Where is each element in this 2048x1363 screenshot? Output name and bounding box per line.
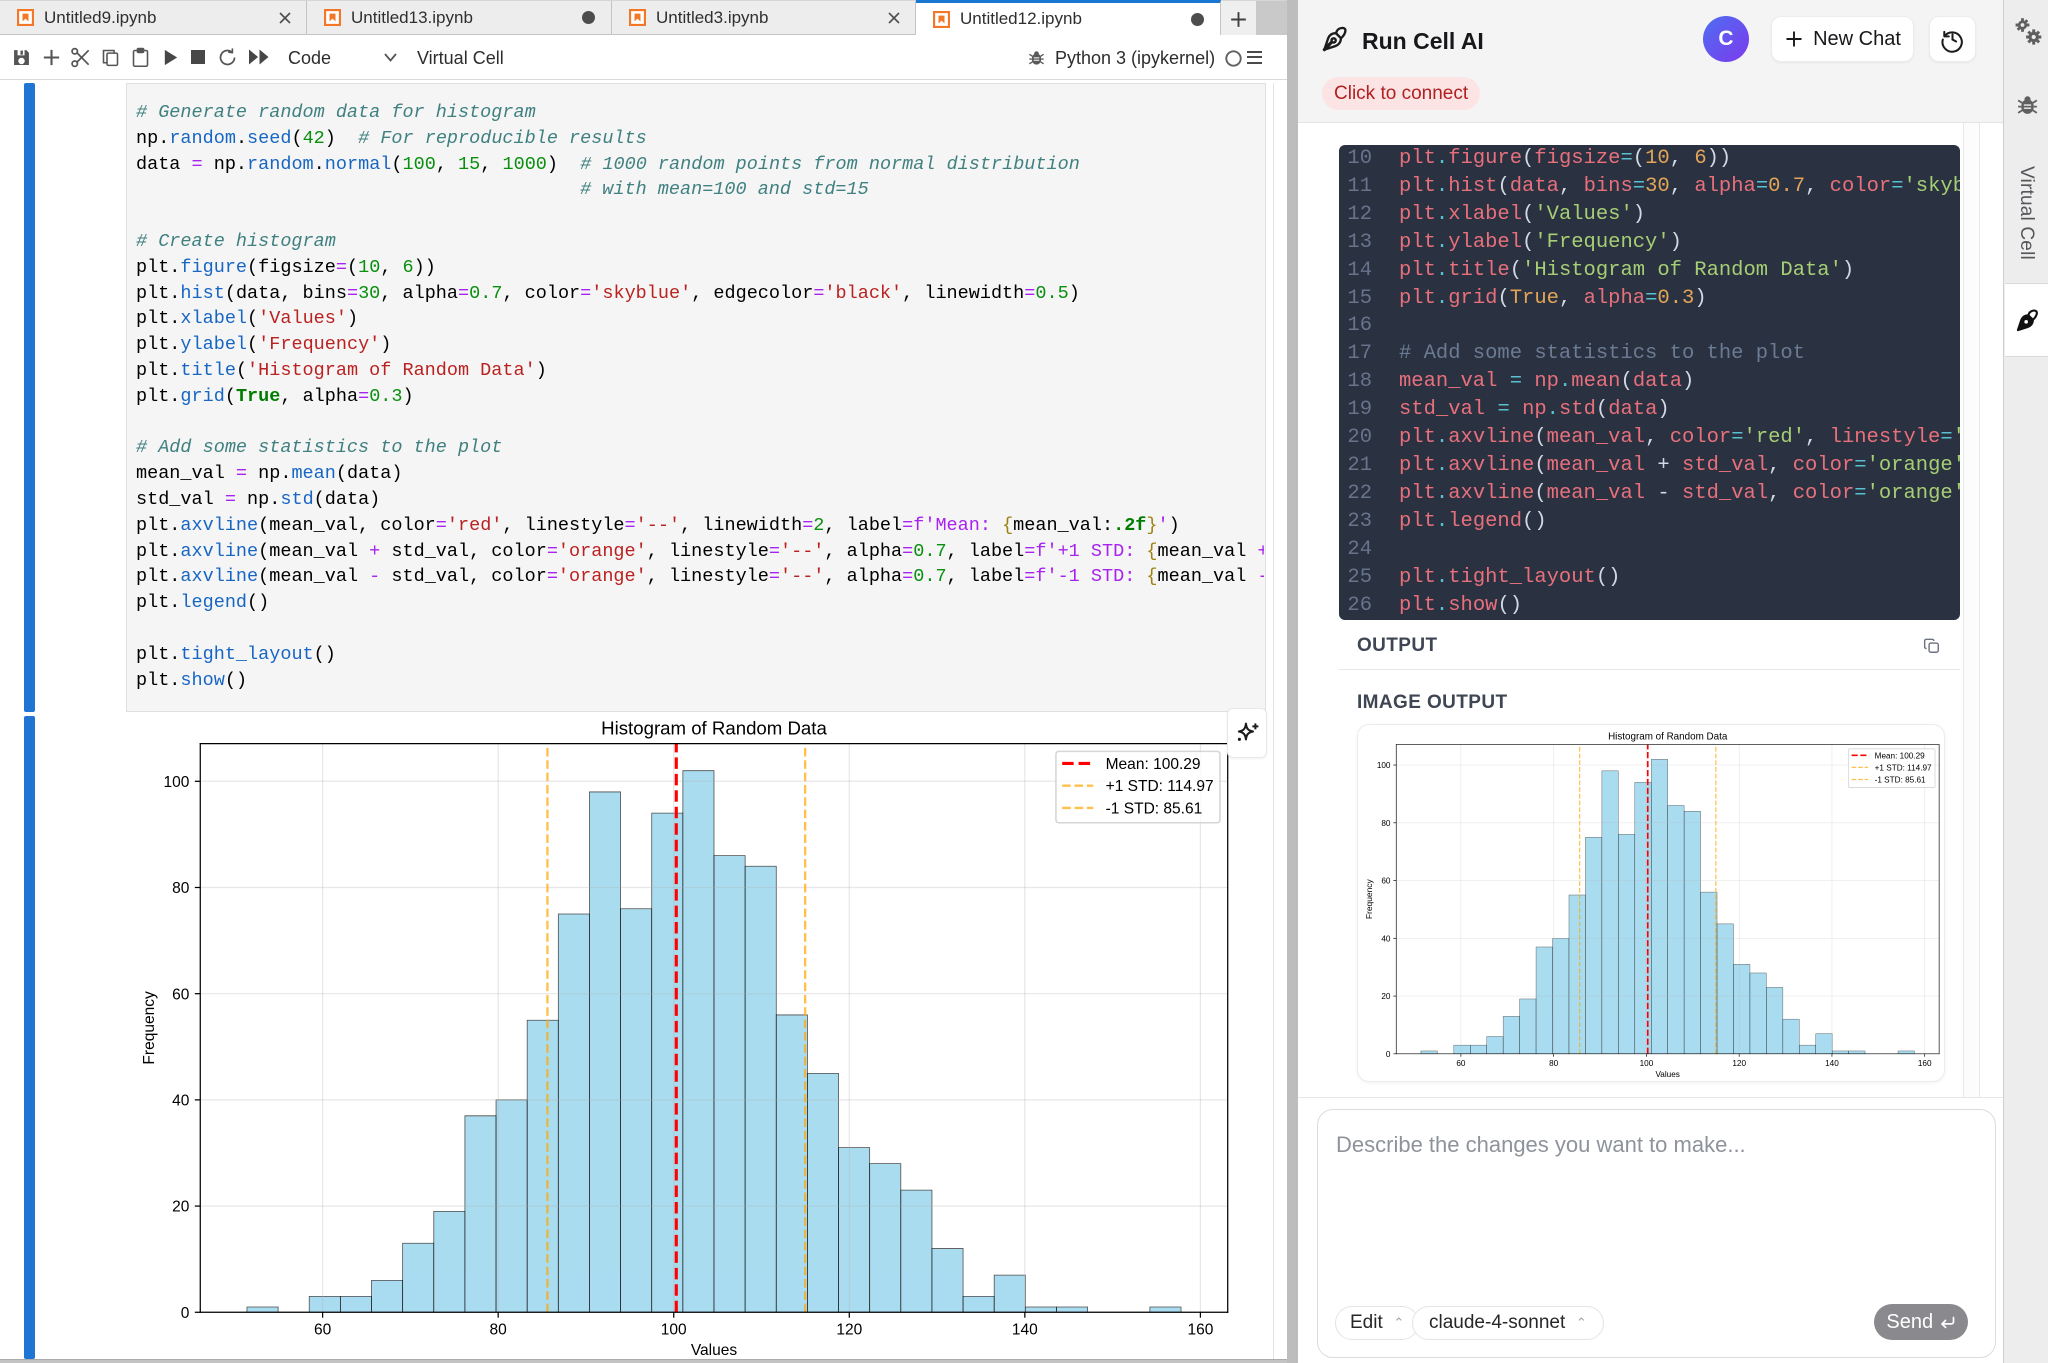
svg-text:-1 STD: 85.61: -1 STD: 85.61	[1875, 774, 1926, 784]
svg-text:0: 0	[1386, 1049, 1391, 1059]
svg-text:Mean: 100.29: Mean: 100.29	[1875, 750, 1925, 760]
svg-text:140: 140	[1825, 1058, 1839, 1068]
svg-text:+1 STD: 114.97: +1 STD: 114.97	[1106, 778, 1214, 795]
svg-text:Histogram of Random Data: Histogram of Random Data	[601, 717, 827, 738]
svg-text:100: 100	[164, 774, 190, 791]
svg-text:100: 100	[1640, 1058, 1654, 1068]
svg-text:-1 STD: 85.61: -1 STD: 85.61	[1106, 800, 1203, 817]
svg-text:60: 60	[172, 986, 190, 1003]
svg-text:60: 60	[1381, 876, 1390, 886]
svg-text:60: 60	[1456, 1058, 1465, 1068]
svg-text:20: 20	[1381, 991, 1390, 1001]
svg-text:Frequency: Frequency	[1364, 878, 1374, 919]
svg-text:160: 160	[1918, 1058, 1932, 1068]
svg-text:80: 80	[490, 1321, 508, 1338]
svg-text:Histogram of Random Data: Histogram of Random Data	[1608, 731, 1728, 742]
svg-text:Frequency: Frequency	[141, 991, 158, 1065]
svg-text:80: 80	[172, 880, 190, 897]
svg-text:0: 0	[181, 1305, 190, 1322]
svg-text:120: 120	[836, 1321, 862, 1338]
svg-text:140: 140	[1012, 1321, 1038, 1338]
svg-text:100: 100	[1377, 760, 1391, 770]
svg-text:120: 120	[1732, 1058, 1746, 1068]
svg-text:+1 STD: 114.97: +1 STD: 114.97	[1875, 762, 1932, 772]
svg-text:40: 40	[172, 1093, 190, 1110]
svg-text:Values: Values	[691, 1342, 738, 1359]
svg-text:160: 160	[1187, 1321, 1213, 1338]
svg-text:80: 80	[1381, 818, 1390, 828]
svg-text:80: 80	[1549, 1058, 1558, 1068]
svg-text:20: 20	[172, 1199, 190, 1216]
svg-text:40: 40	[1381, 933, 1390, 943]
svg-text:60: 60	[314, 1321, 332, 1338]
svg-text:100: 100	[661, 1321, 687, 1338]
svg-text:Mean: 100.29: Mean: 100.29	[1106, 756, 1201, 773]
svg-text:Values: Values	[1655, 1069, 1679, 1079]
